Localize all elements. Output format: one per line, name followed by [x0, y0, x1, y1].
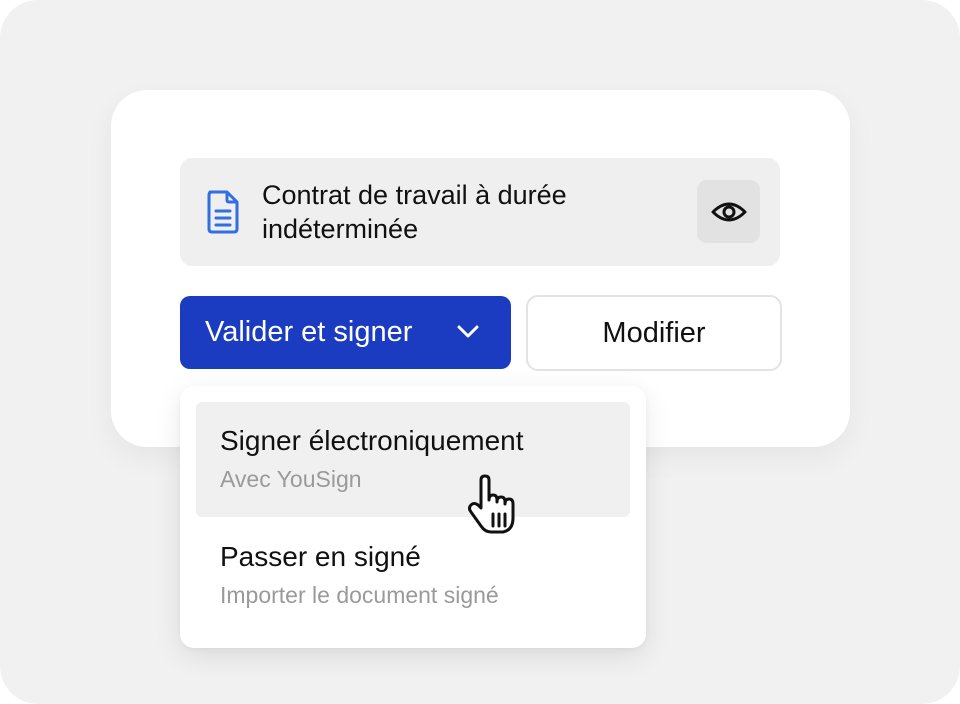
validate-and-sign-button[interactable]: Valider et signer: [180, 296, 511, 369]
modify-label: Modifier: [602, 317, 706, 349]
menu-item-subtitle: Importer le document signé: [220, 582, 499, 608]
menu-item-title: Signer électroniquement: [220, 425, 524, 456]
eye-icon: [711, 202, 746, 221]
document-icon: [207, 190, 239, 234]
sign-options-menu: Signer électroniquement Avec YouSign Pas…: [180, 386, 646, 648]
menu-item-mark-as-signed[interactable]: Passer en signé Importer le document sig…: [196, 518, 630, 633]
menu-item-sign-electronically[interactable]: Signer électroniquement Avec YouSign: [196, 402, 630, 517]
menu-item-subtitle: Avec YouSign: [220, 466, 362, 492]
hand-pointer-icon: [468, 474, 515, 534]
background-frame: Contrat de travail à durée indéterminée …: [0, 0, 960, 704]
modify-button[interactable]: Modifier: [526, 295, 782, 371]
chevron-down-icon: [457, 325, 479, 338]
menu-item-title: Passer en signé: [220, 541, 421, 572]
validate-and-sign-label: Valider et signer: [205, 316, 413, 348]
view-document-button[interactable]: [697, 180, 760, 243]
document-title: Contrat de travail à durée indéterminée: [262, 180, 567, 244]
